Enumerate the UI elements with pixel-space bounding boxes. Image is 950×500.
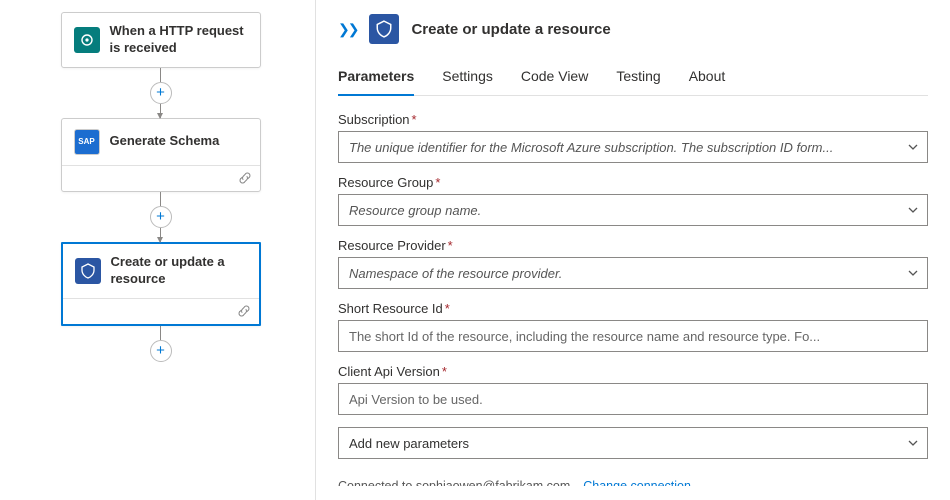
panel-title: Create or update a resource	[411, 21, 610, 38]
add-step-button[interactable]: +	[150, 340, 172, 362]
chevron-down-icon	[907, 204, 919, 219]
tab-testing[interactable]: Testing	[616, 62, 660, 95]
add-step-button[interactable]: +	[150, 206, 172, 228]
collapse-button[interactable]: ❯❯	[338, 21, 357, 38]
client-api-version-input[interactable]	[338, 383, 928, 415]
node-generate-schema[interactable]: SAP Generate Schema	[61, 118, 261, 192]
change-connection-link[interactable]: Change connection.	[583, 479, 694, 486]
field-label-resource-group: Resource Group*	[338, 175, 928, 190]
field-label-client-api-version: Client Api Version*	[338, 364, 928, 379]
sap-icon: SAP	[74, 129, 100, 155]
field-label-short-resource-id: Short Resource Id*	[338, 301, 928, 316]
node-http-request[interactable]: When a HTTP request is received	[61, 12, 261, 68]
workflow-canvas: When a HTTP request is received + SAP Ge…	[0, 0, 315, 500]
tab-parameters[interactable]: Parameters	[338, 62, 414, 96]
chevron-down-icon	[907, 437, 919, 452]
tab-settings[interactable]: Settings	[442, 62, 493, 95]
connection-account: sophiaowen@fabrikam.com.	[416, 479, 574, 486]
link-icon	[238, 171, 252, 188]
connector: +	[150, 192, 172, 242]
chevron-down-icon	[907, 267, 919, 282]
parameters-form: Subscription* The unique identifier for …	[338, 112, 928, 486]
tab-bar: Parameters Settings Code View Testing Ab…	[338, 62, 928, 96]
subscription-select[interactable]: The unique identifier for the Microsoft …	[338, 131, 928, 163]
resource-provider-select[interactable]: Namespace of the resource provider.	[338, 257, 928, 289]
connector: +	[150, 68, 172, 118]
field-label-subscription: Subscription*	[338, 112, 928, 127]
link-icon	[237, 304, 251, 321]
arm-icon	[369, 14, 399, 44]
chevron-down-icon	[907, 141, 919, 156]
node-title: Generate Schema	[110, 133, 220, 150]
add-step-button[interactable]: +	[150, 82, 172, 104]
node-title: When a HTTP request is received	[110, 23, 248, 57]
node-title: Create or update a resource	[111, 254, 247, 288]
resource-group-select[interactable]: Resource group name.	[338, 194, 928, 226]
connector: +	[150, 326, 172, 362]
http-trigger-icon	[74, 27, 100, 53]
tab-about[interactable]: About	[689, 62, 726, 95]
node-create-update-resource[interactable]: Create or update a resource	[61, 242, 261, 326]
field-label-resource-provider: Resource Provider*	[338, 238, 928, 253]
connection-footer: Connected to sophiaowen@fabrikam.com. Ch…	[338, 471, 928, 486]
short-resource-id-input[interactable]	[338, 320, 928, 352]
details-panel: ❯❯ Create or update a resource Parameter…	[315, 0, 950, 500]
tab-code-view[interactable]: Code View	[521, 62, 588, 95]
add-new-parameters-select[interactable]: Add new parameters	[338, 427, 928, 459]
arm-icon	[75, 258, 101, 284]
